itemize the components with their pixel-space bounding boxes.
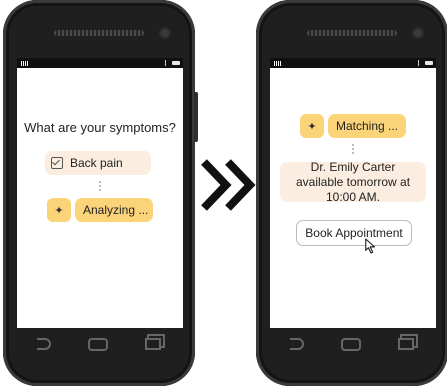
right-phone: ✦ Matching ... Dr. Emily Carter availabl…	[256, 0, 447, 386]
home-icon[interactable]	[340, 337, 361, 351]
nav-bar	[272, 332, 432, 356]
question-heading: What are your symptoms?	[24, 120, 176, 135]
sparkle-icon: ✦	[300, 114, 324, 138]
status-bar	[17, 58, 183, 68]
analyzing-status: Analyzing ...	[75, 198, 153, 222]
recent-apps-icon[interactable]	[397, 338, 414, 350]
bluetooth-icon	[165, 60, 169, 66]
symptom-label: Back pain	[70, 156, 123, 170]
book-button-label: Book Appointment	[305, 226, 403, 240]
nav-bar	[19, 332, 179, 356]
sparkle-icon: ✦	[47, 198, 71, 222]
back-icon[interactable]	[290, 338, 305, 350]
symptom-chip[interactable]: Back pain	[45, 151, 151, 175]
status-label: Matching ...	[336, 119, 399, 133]
bluetooth-icon	[418, 60, 422, 66]
left-phone: What are your symptoms? Back pain ✦ Anal…	[3, 0, 198, 386]
connector-dots	[352, 144, 354, 156]
double-chevron-right-icon	[201, 159, 256, 211]
result-message: Dr. Emily Carter available tomorrow at 1…	[280, 159, 426, 204]
battery-icon	[425, 61, 433, 65]
signal-icon	[274, 61, 281, 66]
pointer-cursor-icon	[365, 238, 376, 254]
home-icon[interactable]	[87, 337, 108, 351]
checkbox-icon	[51, 157, 63, 169]
connector-dots	[99, 181, 101, 193]
left-screen: What are your symptoms? Back pain ✦ Anal…	[17, 58, 183, 328]
camera-icon	[414, 29, 422, 37]
book-appointment-button[interactable]: Book Appointment	[296, 220, 412, 246]
volume-button	[194, 92, 198, 142]
battery-icon	[172, 61, 180, 65]
result-text: Dr. Emily Carter available tomorrow at 1…	[295, 159, 411, 204]
matching-status: Matching ...	[328, 114, 406, 138]
speaker-grille	[307, 30, 397, 36]
status-label: Analyzing ...	[83, 203, 149, 217]
camera-icon	[161, 29, 169, 37]
status-bar	[270, 58, 436, 68]
speaker-grille	[54, 30, 144, 36]
back-icon[interactable]	[37, 338, 52, 350]
signal-icon	[21, 61, 28, 66]
right-screen: ✦ Matching ... Dr. Emily Carter availabl…	[270, 58, 436, 328]
recent-apps-icon[interactable]	[144, 338, 161, 350]
